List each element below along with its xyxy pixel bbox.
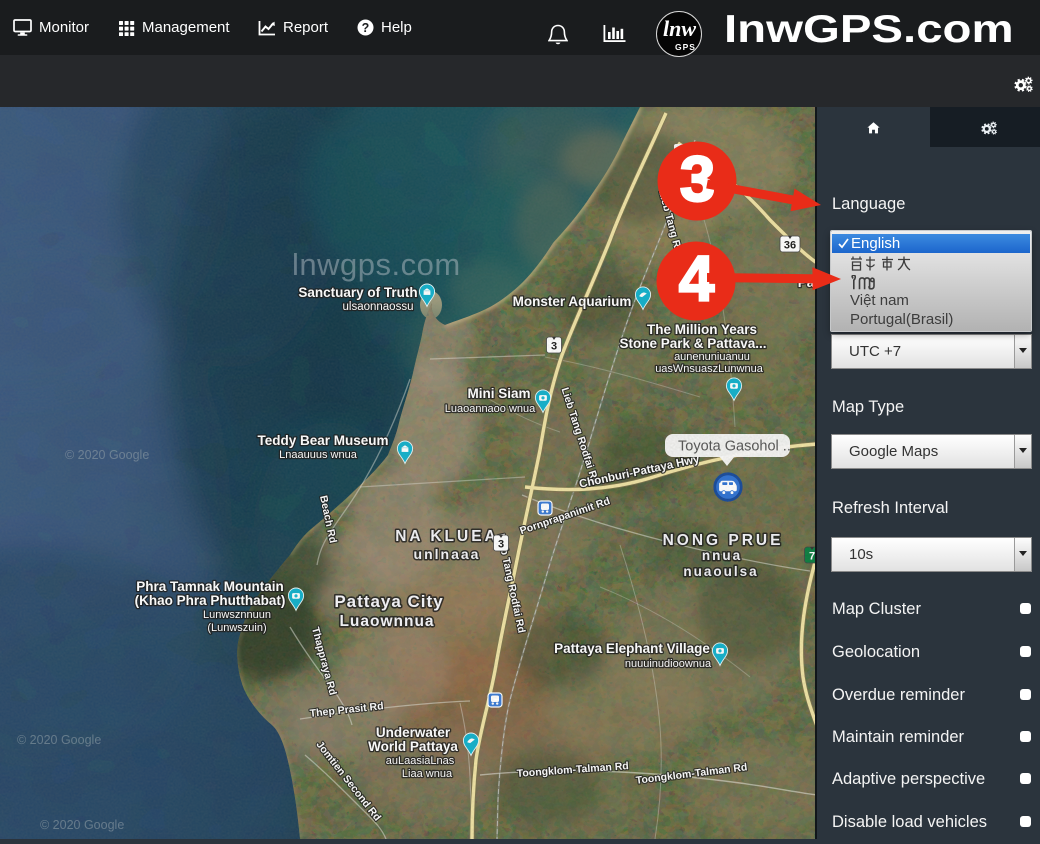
svg-text:?: ? [362,21,370,35]
